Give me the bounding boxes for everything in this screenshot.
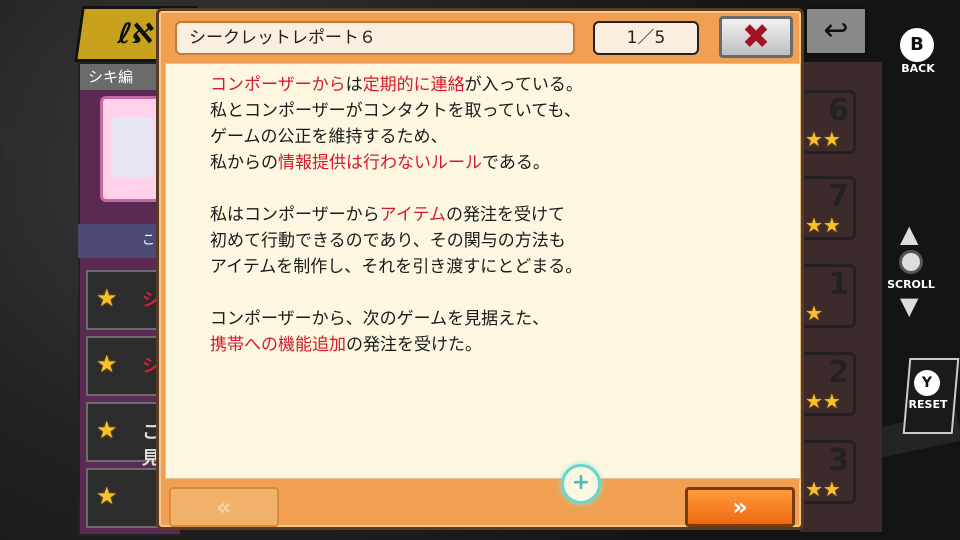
report-line: コンポーザーから、次のゲームを見据えた、 <box>210 306 583 332</box>
close-icon: ✖ <box>741 17 771 57</box>
report-line: アイテムを制作し、それを引き渡すにとどまる。 <box>210 254 583 280</box>
report-paragraph: コンポーザーからは定期的に連絡が入っている。私とコンポーザーがコンタクトを取って… <box>210 72 583 176</box>
back-button[interactable]: B <box>900 28 934 62</box>
report-text-segment: アイテムを制作し、それを引き渡すにとどまる。 <box>210 257 583 277</box>
report-text-segment: 初めて行動できるのであり、その関与の方法も <box>210 231 566 251</box>
highlighted-text: アイテム <box>379 205 446 225</box>
star-icon: ★ <box>805 301 823 325</box>
report-line: ゲームの公正を維持するため、 <box>210 124 583 150</box>
star-icon: ★★ <box>805 213 841 237</box>
day-card: 6 ★★ <box>800 90 856 154</box>
star-icon: ★ <box>96 416 118 444</box>
back-label: BACK <box>901 62 935 75</box>
report-text-segment: の発注を受けた。 <box>346 335 482 355</box>
reset-label: RESET <box>908 398 948 411</box>
return-arrow-icon: ↩ <box>804 6 868 56</box>
day-number: 1 <box>828 267 849 302</box>
day-number: 2 <box>828 355 849 390</box>
close-button[interactable]: ✖ <box>719 16 793 58</box>
report-text: コンポーザーからは定期的に連絡が入っている。私とコンポーザーがコンタクトを取って… <box>210 72 583 384</box>
report-text-segment: 私からの <box>210 153 278 173</box>
day-card: 3 ★★ <box>800 440 856 504</box>
report-line: 私はコンポーザーからアイテムの発注を受けて <box>210 202 583 228</box>
secret-report-dialog: シークレットレポート６ 1／5 ✖ コンポーザーからは定期的に連絡が入っている。… <box>156 8 804 530</box>
report-text-segment: である。 <box>482 153 550 173</box>
scroll-knob[interactable] <box>899 250 923 274</box>
report-text-segment: 私はコンポーザーから <box>210 205 380 225</box>
plus-icon: + <box>571 470 591 495</box>
scroll-label: SCROLL <box>887 278 935 291</box>
bg-character-card <box>100 96 164 202</box>
prev-page-button[interactable]: « <box>169 487 279 527</box>
report-line: 携帯への機能追加の発注を受けた。 <box>210 332 583 358</box>
report-text-segment: コンポーザーから、次のゲームを見据えた、 <box>210 309 550 329</box>
reset-panel <box>902 358 960 434</box>
report-text-segment: 私とコンポーザーがコンタクトを取っていても、 <box>210 101 581 121</box>
report-text-segment: ゲームの公正を維持するため、 <box>210 127 448 147</box>
star-icon: ★★ <box>805 389 841 413</box>
bg-card-portrait <box>111 117 153 177</box>
star-icon: ★★ <box>805 127 841 151</box>
zoom-button[interactable]: + <box>561 464 601 504</box>
highlighted-text: 定期的に連絡 <box>362 75 465 95</box>
dialog-title: シークレットレポート６ <box>175 21 575 55</box>
star-icon: ★ <box>96 350 118 378</box>
report-line: 私からの情報提供は行わないルールである。 <box>210 150 583 176</box>
report-line: 私とコンポーザーがコンタクトを取っていても、 <box>210 98 583 124</box>
star-icon: ★ <box>96 284 118 312</box>
scroll-down-icon[interactable]: ▼ <box>900 294 918 318</box>
report-paragraph: コンポーザーから、次のゲームを見据えた、 携帯への機能追加の発注を受けた。 <box>210 306 583 358</box>
report-text-segment: は <box>345 75 363 95</box>
day-number: 7 <box>828 179 849 214</box>
report-paragraph: 私はコンポーザーからアイテムの発注を受けて初めて行動できるのであり、その関与の方… <box>210 202 583 280</box>
next-icon: » <box>732 493 748 521</box>
scroll-up-icon[interactable]: ▲ <box>900 222 918 246</box>
day-number: 6 <box>828 93 849 128</box>
star-icon: ★ <box>96 482 118 510</box>
day-card: 7 ★★ <box>800 176 856 240</box>
report-line: コンポーザーからは定期的に連絡が入っている。 <box>210 72 583 98</box>
day-number: 3 <box>828 443 849 478</box>
prev-icon: « <box>216 493 232 521</box>
day-card: 1 ★ <box>800 264 856 328</box>
day-card: 2 ★★ <box>800 352 856 416</box>
next-page-button[interactable]: » <box>685 487 795 527</box>
highlighted-text: 情報提供は行わないルール <box>278 153 482 173</box>
page-indicator: 1／5 <box>593 21 699 55</box>
report-text-segment: が入っている。 <box>464 75 583 95</box>
report-text-segment: の発注を受けて <box>445 205 565 225</box>
reset-button[interactable]: Y <box>914 370 940 396</box>
highlighted-text: 携帯への機能追加 <box>210 335 346 355</box>
report-line: 初めて行動できるのであり、その関与の方法も <box>210 228 583 254</box>
report-content: コンポーザーからは定期的に連絡が入っている。私とコンポーザーがコンタクトを取って… <box>165 63 801 504</box>
star-icon: ★★ <box>805 477 841 501</box>
highlighted-text: コンポーザーから <box>210 75 346 95</box>
